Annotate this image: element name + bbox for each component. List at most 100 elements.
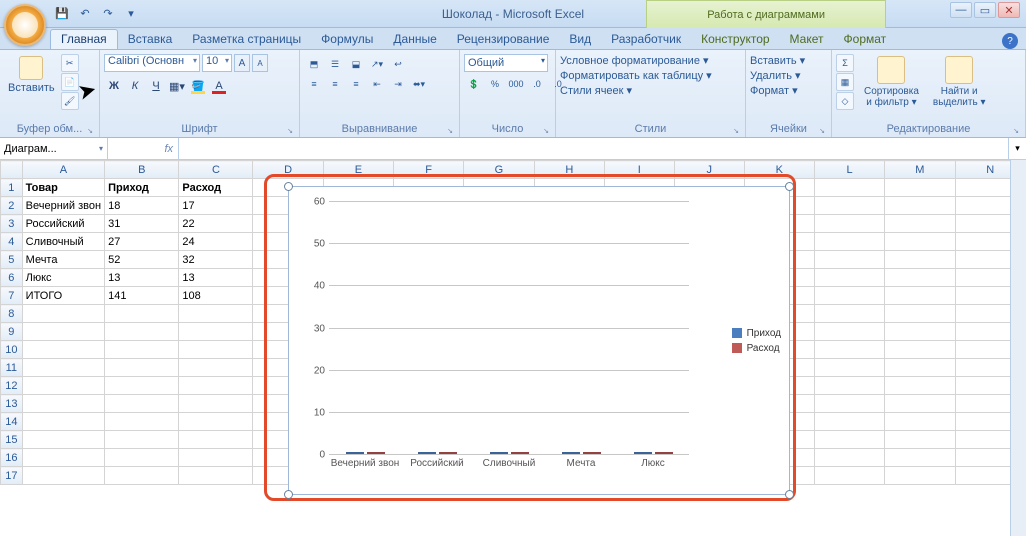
cell[interactable]: 27 xyxy=(105,233,179,251)
shrink-font-button[interactable]: A xyxy=(252,54,268,72)
qat-save[interactable]: 💾 xyxy=(52,4,72,24)
row-header[interactable]: 5 xyxy=(1,251,23,269)
col-header[interactable]: A xyxy=(22,161,104,179)
category-group[interactable]: Мечта xyxy=(545,452,617,454)
qat-redo[interactable]: ↷ xyxy=(98,4,118,24)
legend-item[interactable]: Расход xyxy=(732,343,781,354)
fill-button[interactable]: ▦ xyxy=(836,73,854,91)
cell[interactable]: 13 xyxy=(179,269,253,287)
chart-legend[interactable]: Приход Расход xyxy=(732,324,781,358)
col-header[interactable]: M xyxy=(885,161,955,179)
cell[interactable]: 18 xyxy=(105,197,179,215)
select-all-corner[interactable] xyxy=(1,161,23,179)
row-header[interactable]: 9 xyxy=(1,323,23,341)
increase-decimal-button[interactable]: .0 xyxy=(527,76,547,92)
cell[interactable]: 24 xyxy=(179,233,253,251)
row-header[interactable]: 12 xyxy=(1,377,23,395)
chart-resize-handle[interactable] xyxy=(284,182,293,191)
comma-button[interactable]: 000 xyxy=(506,76,526,92)
help-button[interactable]: ? xyxy=(1002,33,1018,49)
cell[interactable]: 22 xyxy=(179,215,253,233)
minimize-button[interactable]: — xyxy=(950,2,972,18)
fill-color-button[interactable]: 🪣 xyxy=(188,76,208,96)
cell[interactable]: 52 xyxy=(105,251,179,269)
grow-font-button[interactable]: A xyxy=(234,54,250,72)
row-header[interactable]: 6 xyxy=(1,269,23,287)
align-middle-button[interactable]: ☰ xyxy=(325,56,345,72)
tab-view[interactable]: Вид xyxy=(559,30,601,49)
borders-button[interactable]: ▦▾ xyxy=(167,76,187,96)
cell[interactable]: Сливочный xyxy=(22,233,104,251)
tab-home[interactable]: Главная xyxy=(50,29,118,49)
row-header[interactable]: 14 xyxy=(1,413,23,431)
cell[interactable]: Товар xyxy=(22,179,104,197)
align-left-button[interactable]: ≡ xyxy=(304,76,324,92)
bold-button[interactable]: Ж xyxy=(104,76,124,96)
tab-developer[interactable]: Разработчик xyxy=(601,30,691,49)
tab-review[interactable]: Рецензирование xyxy=(447,30,560,49)
row-header[interactable]: 1 xyxy=(1,179,23,197)
cell-styles-button[interactable]: Стили ячеек ▾ xyxy=(560,84,632,97)
cell[interactable]: Расход xyxy=(179,179,253,197)
sort-filter-button[interactable]: Сортировка и фильтр ▾ xyxy=(860,54,923,110)
font-size-combo[interactable]: 10 xyxy=(202,54,232,72)
align-center-button[interactable]: ≡ xyxy=(325,76,345,92)
font-name-combo[interactable]: Calibri (Основн xyxy=(104,54,200,72)
find-select-button[interactable]: Найти и выделить ▾ xyxy=(929,54,990,110)
align-bottom-button[interactable]: ⬓ xyxy=(346,56,366,72)
cut-button[interactable]: ✂ xyxy=(61,54,79,72)
clear-button[interactable]: ◇ xyxy=(836,92,854,110)
copy-button[interactable]: 📄 xyxy=(61,73,79,91)
qat-undo[interactable]: ↶ xyxy=(75,4,95,24)
tab-formulas[interactable]: Формулы xyxy=(311,30,383,49)
category-group[interactable]: Люкс xyxy=(617,452,689,454)
fx-button[interactable]: fx xyxy=(108,138,178,159)
category-group[interactable]: Сливочный xyxy=(473,452,545,454)
row-header[interactable]: 4 xyxy=(1,233,23,251)
italic-button[interactable]: К xyxy=(125,76,145,96)
align-top-button[interactable]: ⬒ xyxy=(304,56,324,72)
tab-chart-layout[interactable]: Макет xyxy=(780,30,834,49)
category-group[interactable]: Российский xyxy=(401,452,473,454)
close-button[interactable]: ✕ xyxy=(998,2,1020,18)
font-color-button[interactable]: A xyxy=(209,76,229,96)
autosum-button[interactable]: Σ xyxy=(836,54,854,72)
cell[interactable]: 31 xyxy=(105,215,179,233)
restore-button[interactable]: ▭ xyxy=(974,2,996,18)
office-button[interactable] xyxy=(4,4,46,46)
embedded-chart[interactable]: 0102030405060Вечерний звонРоссийскийСлив… xyxy=(270,180,790,495)
cell[interactable]: 17 xyxy=(179,197,253,215)
col-header[interactable]: B xyxy=(105,161,179,179)
cell[interactable]: 141 xyxy=(105,287,179,305)
row-header[interactable]: 7 xyxy=(1,287,23,305)
row-header[interactable]: 13 xyxy=(1,395,23,413)
category-group[interactable]: Вечерний звон xyxy=(329,452,401,454)
percent-button[interactable]: % xyxy=(485,76,505,92)
paste-button[interactable]: Вставить xyxy=(4,54,59,96)
chart-resize-handle[interactable] xyxy=(785,490,794,499)
cell[interactable]: Люкс xyxy=(22,269,104,287)
cell[interactable]: Приход xyxy=(105,179,179,197)
orientation-button[interactable]: ↗▾ xyxy=(367,56,387,72)
vertical-scrollbar[interactable] xyxy=(1010,160,1026,536)
cell[interactable]: 32 xyxy=(179,251,253,269)
decrease-indent-button[interactable]: ⇤ xyxy=(367,76,387,92)
format-painter-button[interactable]: 🖌 xyxy=(61,92,79,110)
number-format-combo[interactable]: Общий ▾ xyxy=(464,54,548,72)
tab-data[interactable]: Данные xyxy=(383,30,446,49)
cell[interactable]: Вечерний звон xyxy=(22,197,104,215)
increase-indent-button[interactable]: ⇥ xyxy=(388,76,408,92)
underline-button[interactable]: Ч xyxy=(146,76,166,96)
legend-item[interactable]: Приход xyxy=(732,328,781,339)
row-header[interactable]: 15 xyxy=(1,431,23,449)
row-header[interactable]: 10 xyxy=(1,341,23,359)
chart-resize-handle[interactable] xyxy=(284,490,293,499)
row-header[interactable]: 16 xyxy=(1,449,23,467)
formula-input[interactable] xyxy=(178,138,1008,159)
conditional-formatting-button[interactable]: Условное форматирование ▾ xyxy=(560,54,709,67)
tab-page-layout[interactable]: Разметка страницы xyxy=(182,30,311,49)
tab-chart-design[interactable]: Конструктор xyxy=(691,30,779,49)
row-header[interactable]: 8 xyxy=(1,305,23,323)
row-header[interactable]: 3 xyxy=(1,215,23,233)
currency-button[interactable]: 💲 xyxy=(464,76,484,92)
